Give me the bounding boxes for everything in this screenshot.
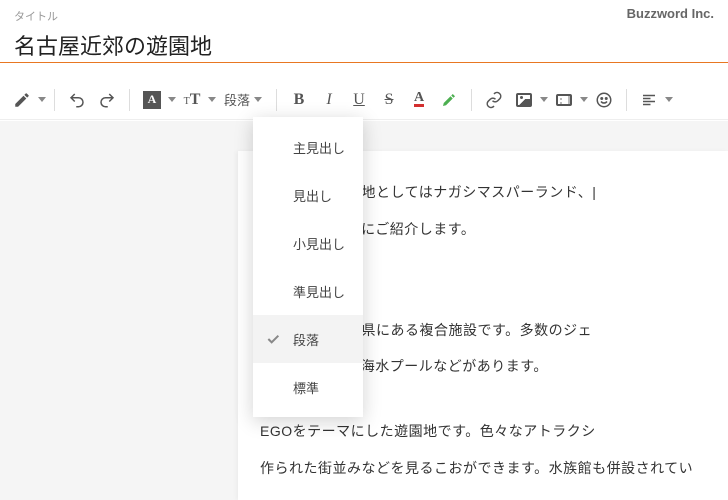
strikethrough-icon[interactable]: S	[375, 86, 403, 114]
italic-icon[interactable]: I	[315, 86, 343, 114]
font-size-icon[interactable]: TT	[178, 86, 206, 114]
video-icon[interactable]	[550, 86, 578, 114]
edit-icon[interactable]	[8, 86, 36, 114]
redo-icon[interactable]	[93, 86, 121, 114]
paragraph-style-label: 段落	[224, 90, 250, 109]
separator	[54, 89, 55, 111]
title-underline	[0, 62, 728, 63]
text-color-icon[interactable]: A	[405, 86, 433, 114]
chevron-down-icon	[254, 97, 262, 102]
check-icon	[265, 331, 281, 347]
style-option-heading3[interactable]: 小見出し	[253, 219, 363, 267]
undo-icon[interactable]	[63, 86, 91, 114]
separator	[129, 89, 130, 111]
link-icon[interactable]	[480, 86, 508, 114]
bold-icon[interactable]: B	[285, 86, 313, 114]
underline-icon[interactable]: U	[345, 86, 373, 114]
post-title-input[interactable]	[14, 32, 714, 58]
editor-toolbar: A TT 段落 B I U S A	[0, 80, 728, 120]
image-icon[interactable]	[510, 86, 538, 114]
style-option-paragraph[interactable]: 段落	[253, 315, 363, 363]
style-option-heading2[interactable]: 見出し	[253, 171, 363, 219]
body-text: 作られた街並みなどを見るこおができます。水族館も併設されてい	[260, 455, 698, 482]
marker-icon[interactable]	[435, 86, 463, 114]
align-caret	[665, 97, 673, 102]
style-option-heading1[interactable]: 主見出し	[253, 123, 363, 171]
brand-name: Buzzword Inc.	[627, 6, 714, 21]
emoji-icon[interactable]	[590, 86, 618, 114]
highlight-caret	[168, 97, 176, 102]
image-caret	[540, 97, 548, 102]
video-caret	[580, 97, 588, 102]
paragraph-style-menu: 主見出し 見出し 小見出し 準見出し 段落 標準	[253, 117, 363, 417]
title-field-label: タイトル	[14, 8, 58, 24]
align-icon[interactable]	[635, 86, 663, 114]
paragraph-style-dropdown[interactable]: 段落	[218, 86, 268, 114]
highlight-icon[interactable]: A	[138, 86, 166, 114]
separator	[626, 89, 627, 111]
font-size-caret	[208, 97, 216, 102]
separator	[276, 89, 277, 111]
style-option-normal[interactable]: 標準	[253, 363, 363, 411]
style-option-heading4[interactable]: 準見出し	[253, 267, 363, 315]
body-text: EGOをテーマにした遊園地です。色々なアトラクシ	[260, 418, 698, 445]
edit-caret	[38, 97, 46, 102]
separator	[471, 89, 472, 111]
